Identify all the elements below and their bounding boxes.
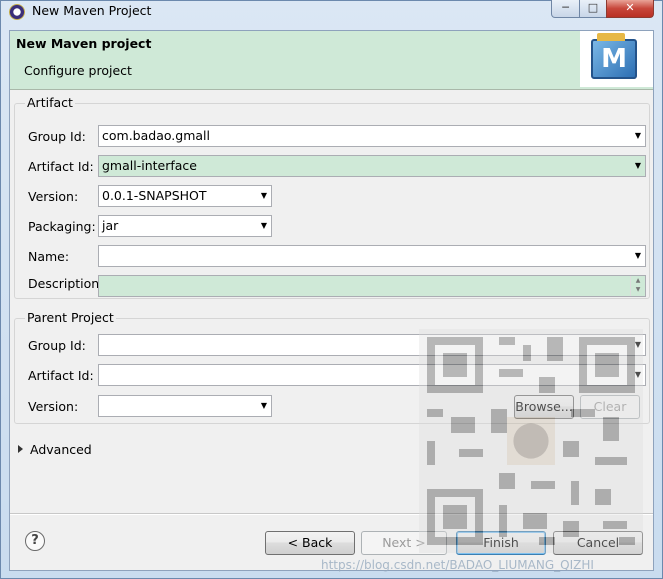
- dialog-content: New Maven project Configure project M Ar…: [9, 30, 654, 571]
- group-id-value: com.badao.gmall: [102, 128, 210, 143]
- back-button[interactable]: < Back: [265, 531, 355, 555]
- parent-artifact-id-label: Artifact Id:: [28, 368, 94, 383]
- help-icon[interactable]: ?: [25, 531, 45, 551]
- advanced-label: Advanced: [30, 442, 92, 457]
- maximize-button[interactable]: □: [579, 0, 607, 18]
- browse-button[interactable]: Browse...: [514, 395, 574, 419]
- packaging-label: Packaging:: [28, 219, 96, 234]
- banner-subtitle: Configure project: [24, 63, 132, 78]
- description-textarea[interactable]: ▲ ▼: [98, 275, 646, 297]
- packaging-value: jar: [102, 218, 119, 233]
- banner-title: New Maven project: [16, 36, 152, 51]
- parent-group-id-combo[interactable]: ▼: [98, 334, 646, 356]
- chevron-down-icon[interactable]: ▼: [257, 186, 271, 206]
- version-value: 0.0.1-SNAPSHOT: [102, 188, 207, 203]
- expand-triangle-icon: [18, 445, 23, 453]
- maven-dialog-window: New Maven Project ─ □ ✕ New Maven projec…: [0, 0, 663, 579]
- parent-version-label: Version:: [28, 399, 79, 414]
- clear-button[interactable]: Clear: [580, 395, 640, 419]
- artifact-id-combo[interactable]: gmall-interface ▼: [98, 155, 646, 177]
- advanced-section-toggle[interactable]: Advanced: [18, 442, 92, 457]
- close-button[interactable]: ✕: [606, 0, 654, 18]
- parent-project-group: Parent Project Group Id: ▼ Artifact Id: …: [14, 310, 650, 424]
- name-label: Name:: [28, 249, 70, 264]
- packaging-combo[interactable]: jar ▼: [98, 215, 272, 237]
- maven-logo: M: [580, 31, 653, 87]
- minimize-button[interactable]: ─: [551, 0, 580, 18]
- parent-group-id-label: Group Id:: [28, 338, 86, 353]
- version-combo[interactable]: 0.0.1-SNAPSHOT ▼: [98, 185, 272, 207]
- eclipse-icon: [9, 4, 25, 20]
- description-label: Description:: [28, 276, 104, 291]
- title-bar[interactable]: New Maven Project ─ □ ✕: [1, 0, 662, 23]
- artifact-id-value: gmall-interface: [102, 158, 197, 173]
- chevron-down-icon[interactable]: ▼: [631, 365, 645, 385]
- wizard-banner: New Maven project Configure project M: [10, 31, 653, 90]
- artifact-group-label: Artifact: [25, 95, 75, 110]
- chevron-down-icon[interactable]: ▼: [257, 216, 271, 236]
- parent-group-label: Parent Project: [25, 310, 116, 325]
- finish-button[interactable]: Finish: [456, 531, 546, 555]
- group-id-combo[interactable]: com.badao.gmall ▼: [98, 125, 646, 147]
- window-title: New Maven Project: [32, 3, 152, 18]
- footer-separator: [10, 513, 653, 515]
- scroll-arrows-icon[interactable]: ▲ ▼: [630, 276, 645, 296]
- chevron-down-icon[interactable]: ▼: [631, 246, 645, 266]
- chevron-down-icon[interactable]: ▼: [631, 156, 645, 176]
- parent-artifact-id-combo[interactable]: ▼: [98, 364, 646, 386]
- artifact-group: Artifact Group Id: com.badao.gmall ▼ Art…: [14, 95, 650, 299]
- maven-m-icon: M: [591, 33, 637, 79]
- chevron-down-icon[interactable]: ▼: [631, 126, 645, 146]
- group-id-label: Group Id:: [28, 129, 86, 144]
- name-combo[interactable]: ▼: [98, 245, 646, 267]
- parent-version-combo[interactable]: ▼: [98, 395, 272, 417]
- cancel-button[interactable]: Cancel: [553, 531, 643, 555]
- artifact-id-label: Artifact Id:: [28, 159, 94, 174]
- chevron-down-icon[interactable]: ▼: [631, 335, 645, 355]
- chevron-down-icon[interactable]: ▼: [257, 396, 271, 416]
- version-label: Version:: [28, 189, 79, 204]
- next-button[interactable]: Next >: [361, 531, 447, 555]
